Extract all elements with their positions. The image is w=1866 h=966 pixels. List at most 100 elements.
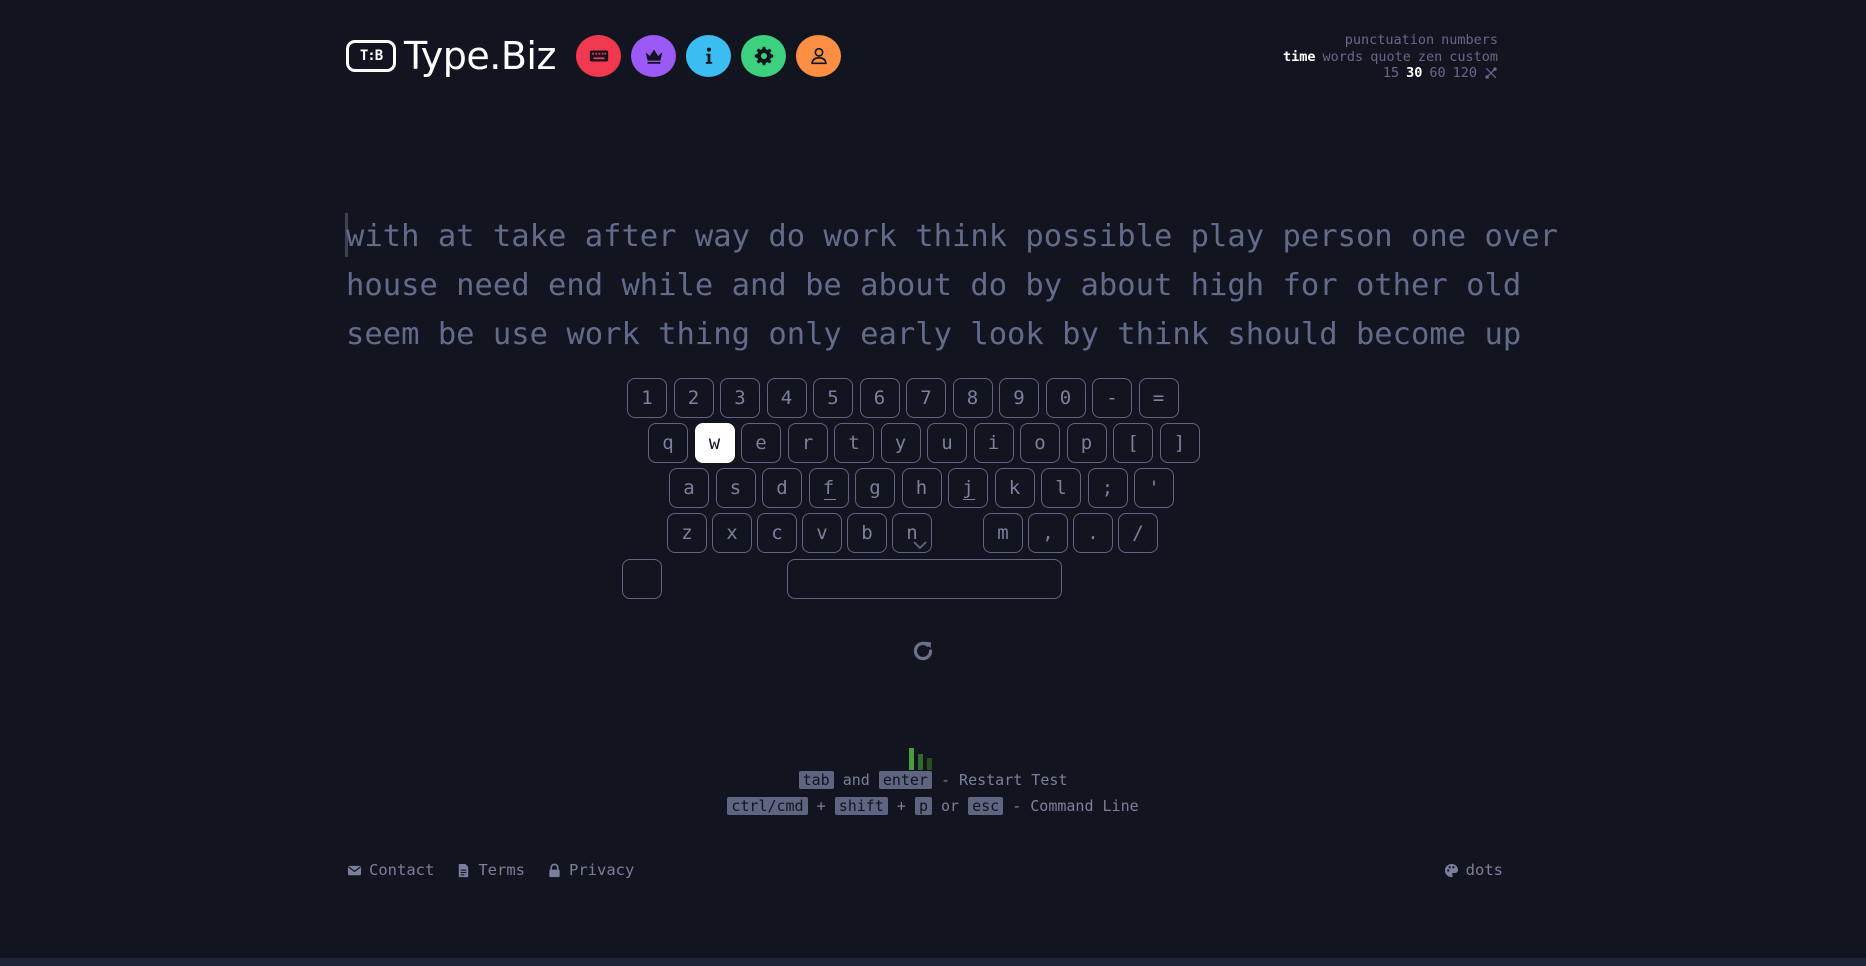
key-symbol: ,	[1028, 513, 1068, 553]
key-x: x	[712, 513, 752, 553]
hint-plus: +	[816, 797, 826, 815]
duration-15[interactable]: 15	[1383, 65, 1399, 82]
key-a: a	[669, 468, 709, 508]
terms-link[interactable]: Terms	[456, 861, 525, 879]
custom-duration-icon[interactable]	[1484, 66, 1498, 80]
key-symbol: =	[1138, 378, 1179, 418]
accent-bar	[918, 754, 923, 770]
key-g: g	[855, 468, 895, 508]
key-c: c	[757, 513, 797, 553]
logo[interactable]: T:B Type.Biz	[346, 36, 556, 76]
key-k: k	[994, 468, 1035, 508]
mode-custom[interactable]: custom	[1449, 49, 1498, 66]
key-5: 5	[813, 378, 853, 418]
crown-icon	[645, 49, 662, 64]
accent-bars	[909, 748, 932, 770]
key-8: 8	[952, 378, 993, 418]
key-o: o	[1020, 423, 1060, 463]
logo-mark: T:B	[346, 40, 396, 72]
settings-button[interactable]	[741, 35, 786, 77]
accent-bar	[927, 758, 932, 770]
duration-30[interactable]: 30	[1406, 65, 1422, 82]
key-1: 1	[627, 378, 667, 418]
lock-icon	[549, 863, 560, 877]
status-strip	[0, 958, 1866, 966]
terms-label: Terms	[478, 861, 525, 879]
key-0: 0	[1045, 378, 1086, 418]
contact-link[interactable]: Contact	[347, 861, 434, 879]
key-u: u	[927, 423, 967, 463]
kbd-tab: tab	[798, 771, 834, 789]
keyboard-icon	[589, 50, 608, 62]
theme-label: dots	[1465, 861, 1503, 879]
key-3: 3	[720, 378, 760, 418]
kbd-esc: esc	[968, 797, 1004, 815]
key-symbol: [	[1113, 423, 1153, 463]
key-extra	[622, 559, 662, 599]
key-t: t	[834, 423, 874, 463]
mode-row: time words quote zen custom	[1283, 49, 1498, 66]
duration-120[interactable]: 120	[1453, 65, 1477, 82]
accent-bar	[909, 748, 914, 770]
key-p: p	[1066, 423, 1107, 463]
test-config: punctuation numbers time words quote zen…	[1283, 32, 1498, 82]
key-6: 6	[859, 378, 900, 418]
key-y: y	[880, 423, 921, 463]
hint-or: or	[941, 797, 960, 815]
key-j: j	[948, 468, 988, 508]
kbd-shift: shift	[834, 797, 888, 815]
key-q: q	[648, 423, 688, 463]
hint-command: ctrl/cmd + shift + p or esc - Command Li…	[0, 797, 1866, 815]
hint-command-text: - Command Line	[1012, 797, 1139, 815]
restart-icon[interactable]	[910, 638, 936, 664]
palette-icon	[1444, 863, 1458, 877]
privacy-label: Privacy	[569, 861, 635, 879]
key-i: i	[973, 423, 1014, 463]
key-symbol: -	[1092, 378, 1132, 418]
key-f: f	[808, 468, 849, 508]
key-space	[787, 559, 1062, 599]
words-line: with at take after way do work think pos…	[346, 219, 1558, 254]
key-symbol: .	[1073, 513, 1113, 553]
user-icon	[810, 47, 827, 65]
hint-and: and	[842, 771, 870, 789]
hint-plus: +	[896, 797, 906, 815]
key-s: s	[715, 468, 756, 508]
leaderboard-button[interactable]	[631, 35, 676, 77]
key-symbol: /	[1118, 513, 1158, 553]
toggle-row: punctuation numbers	[1283, 32, 1498, 49]
chevron-down-icon	[913, 541, 927, 550]
account-button[interactable]	[796, 35, 841, 77]
hint-restart: tab and enter - Restart Test	[0, 771, 1866, 789]
key-l: l	[1041, 468, 1081, 508]
top-nav	[576, 35, 841, 77]
theme-selector[interactable]: dots	[1444, 861, 1503, 879]
envelope-icon	[347, 865, 362, 875]
duration-60[interactable]: 60	[1429, 65, 1445, 82]
kbd-p: p	[914, 797, 932, 815]
contact-label: Contact	[369, 861, 435, 879]
key-symbol: ;	[1087, 468, 1128, 508]
hint-restart-text: - Restart Test	[941, 771, 1068, 789]
kbd-ctrl: ctrl/cmd	[727, 797, 808, 815]
words-line: seem be use work thing only early look b…	[346, 317, 1522, 352]
key-z: z	[667, 513, 707, 553]
key-b: b	[847, 513, 887, 553]
keyboard-button[interactable]	[576, 35, 621, 77]
key-symbol: ]	[1159, 423, 1200, 463]
kbd-enter: enter	[878, 771, 932, 789]
key-m: m	[983, 513, 1023, 553]
privacy-link[interactable]: Privacy	[547, 861, 634, 879]
words-area[interactable]: with at take after way do work think pos…	[346, 212, 1558, 359]
mode-quote[interactable]: quote	[1370, 49, 1411, 66]
punctuation-toggle[interactable]: punctuation	[1345, 32, 1434, 49]
key-e: e	[741, 423, 781, 463]
key-d: d	[762, 468, 802, 508]
mode-zen[interactable]: zen	[1418, 49, 1442, 66]
mode-time[interactable]: time	[1283, 49, 1316, 66]
mode-words[interactable]: words	[1323, 49, 1364, 66]
key-7: 7	[906, 378, 946, 418]
about-button[interactable]	[686, 35, 731, 77]
footer-links: Contact Terms Privacy	[347, 861, 634, 879]
numbers-toggle[interactable]: numbers	[1441, 32, 1498, 49]
